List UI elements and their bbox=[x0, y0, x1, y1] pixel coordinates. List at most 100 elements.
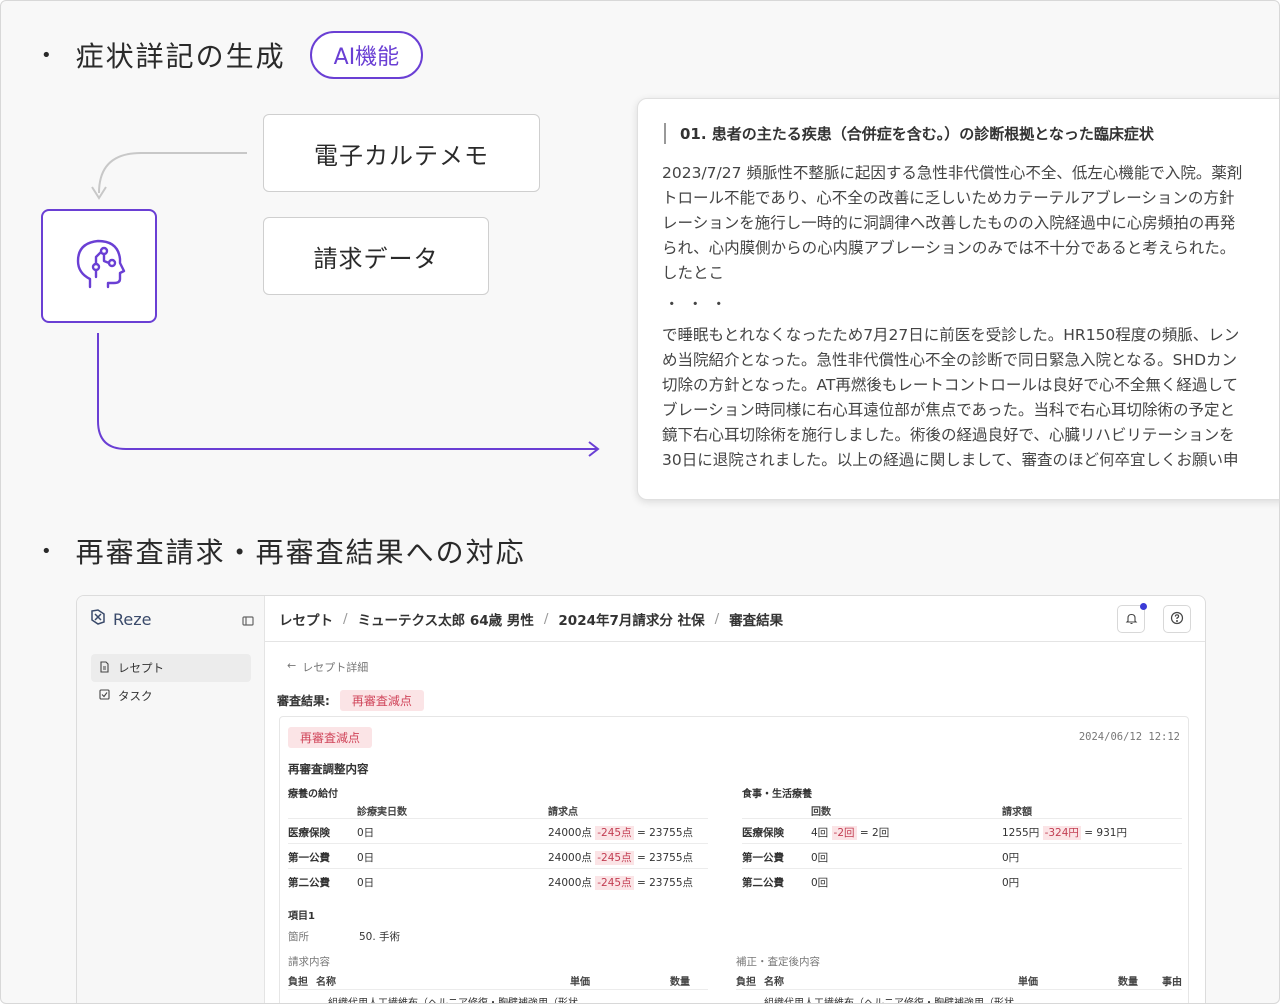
row-name: 医療保険 bbox=[288, 827, 330, 839]
back-link[interactable]: ← レセプト詳細 bbox=[287, 659, 368, 675]
ai-head-icon bbox=[68, 233, 130, 299]
days-value: 0日 bbox=[357, 877, 375, 889]
column-header: 負担 bbox=[736, 977, 756, 988]
column-header: 単価 bbox=[1018, 977, 1038, 988]
column-header: 単価 bbox=[570, 977, 590, 988]
row-name: 第一公費 bbox=[288, 852, 330, 864]
count-calc: 4回 -2回 = 2回 bbox=[811, 826, 890, 840]
divider bbox=[742, 868, 1182, 869]
back-link-label: レセプト詳細 bbox=[302, 661, 369, 674]
amount-calc: 1255円 -324円 = 931円 bbox=[1002, 826, 1127, 840]
output-line: したとこ bbox=[662, 264, 725, 282]
output-line: 2023/7/27 頻脈性不整脈に起因する急性非代償性心不全、低左心機能で入院。… bbox=[662, 164, 1243, 182]
divider bbox=[288, 989, 708, 990]
output-line: 切除の方針となった。AT再燃後もレートコントロールは良好で心不全無く経過して bbox=[662, 376, 1238, 394]
output-line: トロール不能であり、心不全の改善に乏しいためカテーテルアブレーションの方針 bbox=[662, 189, 1235, 207]
breadcrumb-item-current: 審査結果 bbox=[729, 612, 784, 629]
arrow-left-icon: ← bbox=[287, 659, 297, 672]
slide-frame: • 症状詳記の生成 AI機能 電子カルテメモ 請求データ 01. 患者の主たる疾… bbox=[0, 0, 1280, 1004]
place-label: 箇所 bbox=[288, 931, 309, 943]
output-body: 2023/7/27 頻脈性不整脈に起因する急性非代償性心不全、低左心機能で入院。… bbox=[662, 161, 1279, 473]
column-header: 数量 bbox=[670, 977, 690, 988]
status-badge: 再審査減点 bbox=[288, 727, 373, 748]
help-icon bbox=[1170, 610, 1184, 629]
column-header: 診療実日数 bbox=[357, 807, 407, 818]
column-header: 名称 bbox=[764, 977, 784, 988]
output-line: ブレーション時同様に右心耳遠位部が焦点であった。当科で右心耳切除術の予定と bbox=[662, 401, 1236, 419]
breadcrumb-sep: / bbox=[543, 610, 549, 627]
output-line: め当院紹介となった。急性非代償性心不全の診断で同日緊急入院となる。SHDカン bbox=[662, 351, 1238, 369]
notification-button[interactable] bbox=[1117, 603, 1147, 633]
column-header: 負担 bbox=[288, 977, 308, 988]
column-header: 数量 bbox=[1118, 977, 1138, 988]
amount-value: 0円 bbox=[1002, 877, 1020, 889]
timestamp: 2024/06/12 12:12 bbox=[1078, 731, 1180, 743]
app-window: Reze レセプト タスク レセプト / ミューテクス太郎 64歳 男性 / 2… bbox=[76, 595, 1206, 1004]
count-value: 0回 bbox=[811, 877, 829, 889]
breadcrumb-sep: / bbox=[343, 610, 348, 627]
divider bbox=[288, 868, 708, 869]
breadcrumb-item[interactable]: レセプト bbox=[279, 609, 333, 629]
row-name: 医療保険 bbox=[742, 827, 784, 839]
request-title: 請求内容 bbox=[288, 956, 330, 968]
result-row: 審査結果: 再審査減点 bbox=[277, 690, 424, 711]
bell-icon bbox=[1125, 610, 1138, 629]
output-line: 鏡下右心耳切除術を施行しました。術後の経過良好で、心臓リハビリテーションを bbox=[662, 426, 1235, 444]
column-header: 事由 bbox=[1162, 977, 1182, 988]
divider bbox=[736, 989, 1182, 990]
output-line: で睡眠もとれなくなったため7月27日に前医を受診した。HR150程度の頻脈、レン bbox=[662, 326, 1240, 344]
card-title: 再審査調整内容 bbox=[288, 762, 369, 776]
sidebar-item-label: レセプト bbox=[118, 661, 164, 675]
checkbox-icon bbox=[99, 689, 110, 703]
app-name: Reze bbox=[113, 609, 152, 629]
app-logo[interactable]: Reze bbox=[89, 608, 151, 630]
sidebar-collapse-icon[interactable] bbox=[242, 612, 254, 631]
score-calc: 24000点 -245点 = 23755点 bbox=[548, 851, 693, 865]
breadcrumb-sep: / bbox=[714, 610, 720, 627]
output-line: レーションを施行し一時的に洞調律へ改善したものの入院経過中に心房頻拍の再発 bbox=[662, 214, 1236, 232]
breadcrumb: レセプト / ミューテクス太郎 64歳 男性 / 2024年7月請求分 社保 /… bbox=[265, 596, 1205, 642]
sidebar-item-label: タスク bbox=[118, 689, 153, 703]
reze-logo-icon bbox=[89, 608, 107, 630]
adjust-row-name: 組織代用人工繊維布（ヘルニア修復・胸壁補強用（形状 bbox=[764, 998, 1014, 1004]
output-line: られ、心内膜側からの心内膜アブレーションのみでは不十分であると考えられた。 bbox=[662, 239, 1236, 257]
column-header: 回数 bbox=[811, 807, 831, 818]
result-label: 審査結果: bbox=[277, 694, 330, 708]
row-name: 第二公費 bbox=[742, 877, 784, 889]
sidebar: Reze レセプト タスク bbox=[77, 596, 265, 1003]
breadcrumb-item[interactable]: 2024年7月請求分 社保 bbox=[558, 609, 704, 629]
amount-value: 0円 bbox=[1002, 852, 1020, 864]
days-value: 0日 bbox=[357, 852, 375, 864]
status-badge: 再審査減点 bbox=[339, 690, 424, 711]
sidebar-item-receipt[interactable]: レセプト bbox=[91, 654, 251, 682]
section-title: 再審査請求・再審査結果への対応 bbox=[75, 536, 526, 569]
output-title: 01. 患者の主たる疾患（合併症を含む。）の診断根拠となった臨床症状 bbox=[664, 123, 1154, 144]
column-header: 請求点 bbox=[548, 807, 578, 818]
output-line: 30日に退院されました。以上の経過に関しまして、審査のほど何卒宜しくお願い申 bbox=[662, 451, 1239, 469]
source-billing-data: 請求データ bbox=[263, 217, 489, 295]
place-value: 50. 手術 bbox=[359, 931, 401, 943]
subsection-title: 食事・生活療養 bbox=[742, 789, 812, 800]
help-button[interactable] bbox=[1163, 605, 1191, 633]
row-name: 第二公費 bbox=[288, 877, 330, 889]
count-value: 0回 bbox=[811, 852, 829, 864]
score-calc: 24000点 -245点 = 23755点 bbox=[548, 826, 693, 840]
breadcrumb-item[interactable]: ミューテクス太郎 64歳 男性 bbox=[358, 609, 534, 629]
generated-output-card: 01. 患者の主たる疾患（合併症を含む。）の診断根拠となった臨床症状 2023/… bbox=[637, 98, 1279, 500]
score-calc: 24000点 -245点 = 23755点 bbox=[548, 876, 693, 890]
subsection-title: 療養の給付 bbox=[288, 789, 338, 800]
column-header: 請求額 bbox=[1002, 807, 1032, 818]
sidebar-item-task[interactable]: タスク bbox=[91, 682, 251, 710]
adjust-title: 補正・査定後内容 bbox=[736, 956, 820, 968]
document-icon bbox=[99, 660, 110, 676]
days-value: 0日 bbox=[357, 827, 375, 839]
divider bbox=[742, 818, 1182, 819]
source-ehr-memo: 電子カルテメモ bbox=[263, 114, 540, 192]
row-name: 第一公費 bbox=[742, 852, 784, 864]
divider bbox=[288, 843, 708, 844]
bullet: • bbox=[41, 540, 54, 562]
result-card: 再審査減点 2024/06/12 12:12 再審査調整内容 療養の給付 診療実… bbox=[279, 716, 1189, 1004]
section-heading-reexam: • 再審査請求・再審査結果への対応 bbox=[41, 531, 526, 571]
request-row-name: 組織代用人工繊維布（ヘルニア修復・胸壁補強用（形状 bbox=[328, 998, 578, 1004]
ellipsis: ・・・ bbox=[664, 295, 735, 313]
